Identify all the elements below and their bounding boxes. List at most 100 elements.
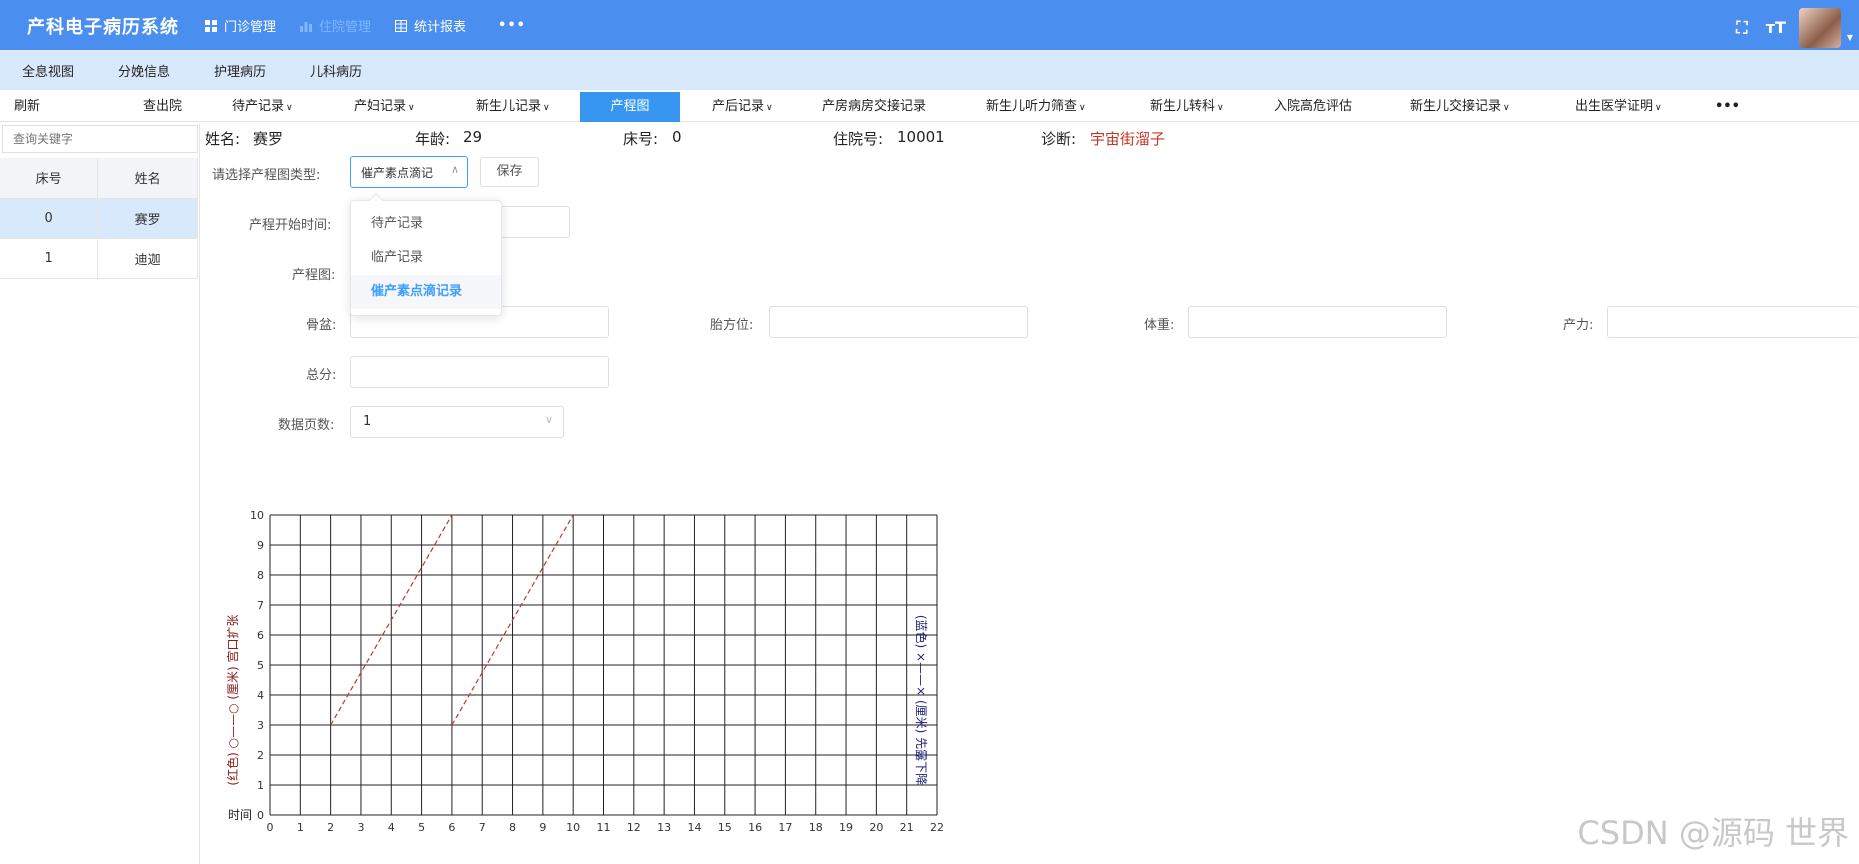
x-tick-label: 5 xyxy=(418,821,425,834)
x-tick-label: 15 xyxy=(718,821,732,834)
pelvis-label: 骨盆: xyxy=(306,318,337,333)
x-tick-label: 11 xyxy=(597,821,611,834)
patient-list-panel: 床号 姓名 0 赛罗 1 迪迦 xyxy=(0,124,200,864)
chevron-up-icon: ∧ xyxy=(450,163,459,176)
y-tick-label: 4 xyxy=(257,689,264,702)
tab-label: 新生儿交接记录 xyxy=(1410,99,1502,114)
partogram-svg: 0 1 2 3 4 5 6 7 8 9 10 11 12 13 14 15 16 17 18 19 20 21 220123… xyxy=(225,509,944,834)
fetal-position-field[interactable] xyxy=(769,306,1028,338)
bed-cell: 1 xyxy=(0,238,99,279)
x-tick-label: 8 xyxy=(509,821,516,834)
tab-admission-risk[interactable]: 入院高危评估 xyxy=(1274,92,1352,122)
bed-label: 床号: xyxy=(623,130,659,148)
chevron-down-icon: ∨ xyxy=(1217,103,1224,113)
column-header: 姓名 xyxy=(97,158,198,199)
save-button[interactable]: 保存 xyxy=(480,157,539,187)
table-row[interactable]: 0 赛罗 xyxy=(0,198,198,239)
fullscreen-icon[interactable]: ⛶ xyxy=(1731,17,1753,39)
tab-newborn-record[interactable]: 新生儿记录 ∨ xyxy=(476,92,550,122)
nav-outpatient[interactable]: 门诊管理 xyxy=(205,16,276,35)
tab-newborn-handover[interactable]: 新生儿交接记录 ∨ xyxy=(1410,92,1510,122)
pages-select[interactable]: 1 ∨ xyxy=(350,406,564,438)
x-tick-label: 10 xyxy=(566,821,580,834)
tab-bar: 刷新 查出院 待产记录 ∨ 产妇记录 ∨ 新生儿记录 ∨ 产程图 产后记录 ∨ 产房病房… xyxy=(0,92,1859,122)
watermark: CSDN @源码 世界 xyxy=(1577,814,1849,852)
x-tick-label: 3 xyxy=(357,821,364,834)
type-label: 请选择产程图类型: xyxy=(212,168,321,183)
weight-field[interactable] xyxy=(1188,306,1447,338)
weight-label: 体重: xyxy=(1144,318,1175,333)
table-header: 床号 姓名 xyxy=(0,158,198,199)
partogram-type-select[interactable]: 催产素点滴记 ∧ xyxy=(350,156,468,188)
subnav-nursing[interactable]: 护理病历 xyxy=(214,61,266,80)
y-tick-label: 0 xyxy=(257,809,264,822)
age-label: 年龄: xyxy=(415,130,451,148)
chevron-down-icon[interactable]: ▼ xyxy=(1847,33,1853,42)
top-right-tools: ⛶ тT ▼ xyxy=(1731,8,1859,48)
option-waiting-record[interactable]: 待产记录 xyxy=(351,207,501,241)
score-field[interactable] xyxy=(350,356,609,388)
x-tick-label: 6 xyxy=(448,821,455,834)
nav-reports-label: 统计报表 xyxy=(414,20,467,35)
x-tick-label: 12 xyxy=(627,821,641,834)
option-oxytocin-record[interactable]: 催产素点滴记录 xyxy=(351,275,501,309)
admission-label: 住院号: xyxy=(833,130,884,148)
discharge-button[interactable]: 查出院 xyxy=(143,92,182,122)
patient-bed: 0 xyxy=(672,128,682,146)
tab-label: 产房病房交接记录 xyxy=(822,99,927,114)
tab-ward-handover[interactable]: 产房病房交接记录 xyxy=(822,92,926,122)
refresh-button[interactable]: 刷新 xyxy=(14,92,40,122)
tab-postpartum-record[interactable]: 产后记录 ∨ xyxy=(712,92,773,122)
left-axis-label: (红色) ○——○ (厘米) 宫口扩张 xyxy=(225,614,240,785)
x-tick-label: 0 xyxy=(267,821,274,834)
tab-label: 产后记录 xyxy=(712,99,765,114)
score-label: 总分: xyxy=(306,368,337,383)
y-tick-label: 7 xyxy=(257,599,264,612)
tab-label: 产程图 xyxy=(610,99,650,114)
tab-birth-certificate[interactable]: 出生医学证明 ∨ xyxy=(1575,92,1662,122)
subnav-delivery[interactable]: 分娩信息 xyxy=(118,61,170,80)
x-tick-label: 14 xyxy=(687,821,701,834)
bar-chart-icon xyxy=(300,21,313,32)
tab-waiting-record[interactable]: 待产记录 ∨ xyxy=(232,92,293,122)
option-labor-record[interactable]: 临产记录 xyxy=(351,241,501,275)
table-icon xyxy=(395,19,408,32)
nav-more-button[interactable]: ••• xyxy=(498,18,526,33)
power-field[interactable] xyxy=(1607,306,1859,338)
tab-hearing-screening[interactable]: 新生儿听力筛查 ∨ xyxy=(986,92,1086,122)
tab-mother-record[interactable]: 产妇记录 ∨ xyxy=(354,92,415,122)
subnav-pediatric[interactable]: 儿科病历 xyxy=(310,61,362,80)
name-label: 姓名: xyxy=(205,130,241,148)
chevron-down-icon: ∨ xyxy=(543,103,550,113)
x-tick-label: 13 xyxy=(657,821,671,834)
table-row[interactable]: 1 迪迦 xyxy=(0,238,198,279)
diagnosis-label: 诊断: xyxy=(1041,130,1077,148)
partogram-type-dropdown: 待产记录 临产记录 催产素点滴记录 xyxy=(350,192,502,316)
app-title: 产科电子病历系统 xyxy=(27,17,179,38)
font-size-icon[interactable]: тT xyxy=(1765,17,1787,39)
search-input[interactable] xyxy=(2,125,198,153)
patient-age: 29 xyxy=(463,128,483,146)
y-tick-label: 1 xyxy=(257,779,264,792)
nav-inpatient[interactable]: 住院管理 xyxy=(300,16,371,35)
chevron-down-icon: ∨ xyxy=(544,413,553,426)
avatar[interactable] xyxy=(1798,8,1841,48)
chevron-down-icon: ∨ xyxy=(1079,103,1086,113)
patient-admission: 10001 xyxy=(897,128,945,146)
patient-table: 床号 姓名 0 赛罗 1 迪迦 xyxy=(0,158,198,279)
tab-partogram[interactable]: 产程图 xyxy=(580,92,680,122)
x-tick-label: 16 xyxy=(748,821,762,834)
tab-more-button[interactable]: ••• xyxy=(1715,92,1740,122)
nav-reports[interactable]: 统计报表 xyxy=(395,16,466,35)
chevron-down-icon: ∨ xyxy=(766,103,773,113)
tab-newborn-transfer[interactable]: 新生儿转科 ∨ xyxy=(1150,92,1224,122)
power-label: 产力: xyxy=(1563,318,1594,333)
tab-label: 待产记录 xyxy=(232,99,285,114)
subnav-overview[interactable]: 全息视图 xyxy=(22,61,74,80)
patient-name: 赛罗 xyxy=(253,130,284,148)
x-tick-label: 20 xyxy=(869,821,883,834)
column-header: 床号 xyxy=(0,158,99,199)
patient-diagnosis: 宇宙街溜子 xyxy=(1090,130,1166,148)
partogram-type-value: 催产素点滴记 xyxy=(361,166,434,180)
x-tick-label: 19 xyxy=(839,821,853,834)
